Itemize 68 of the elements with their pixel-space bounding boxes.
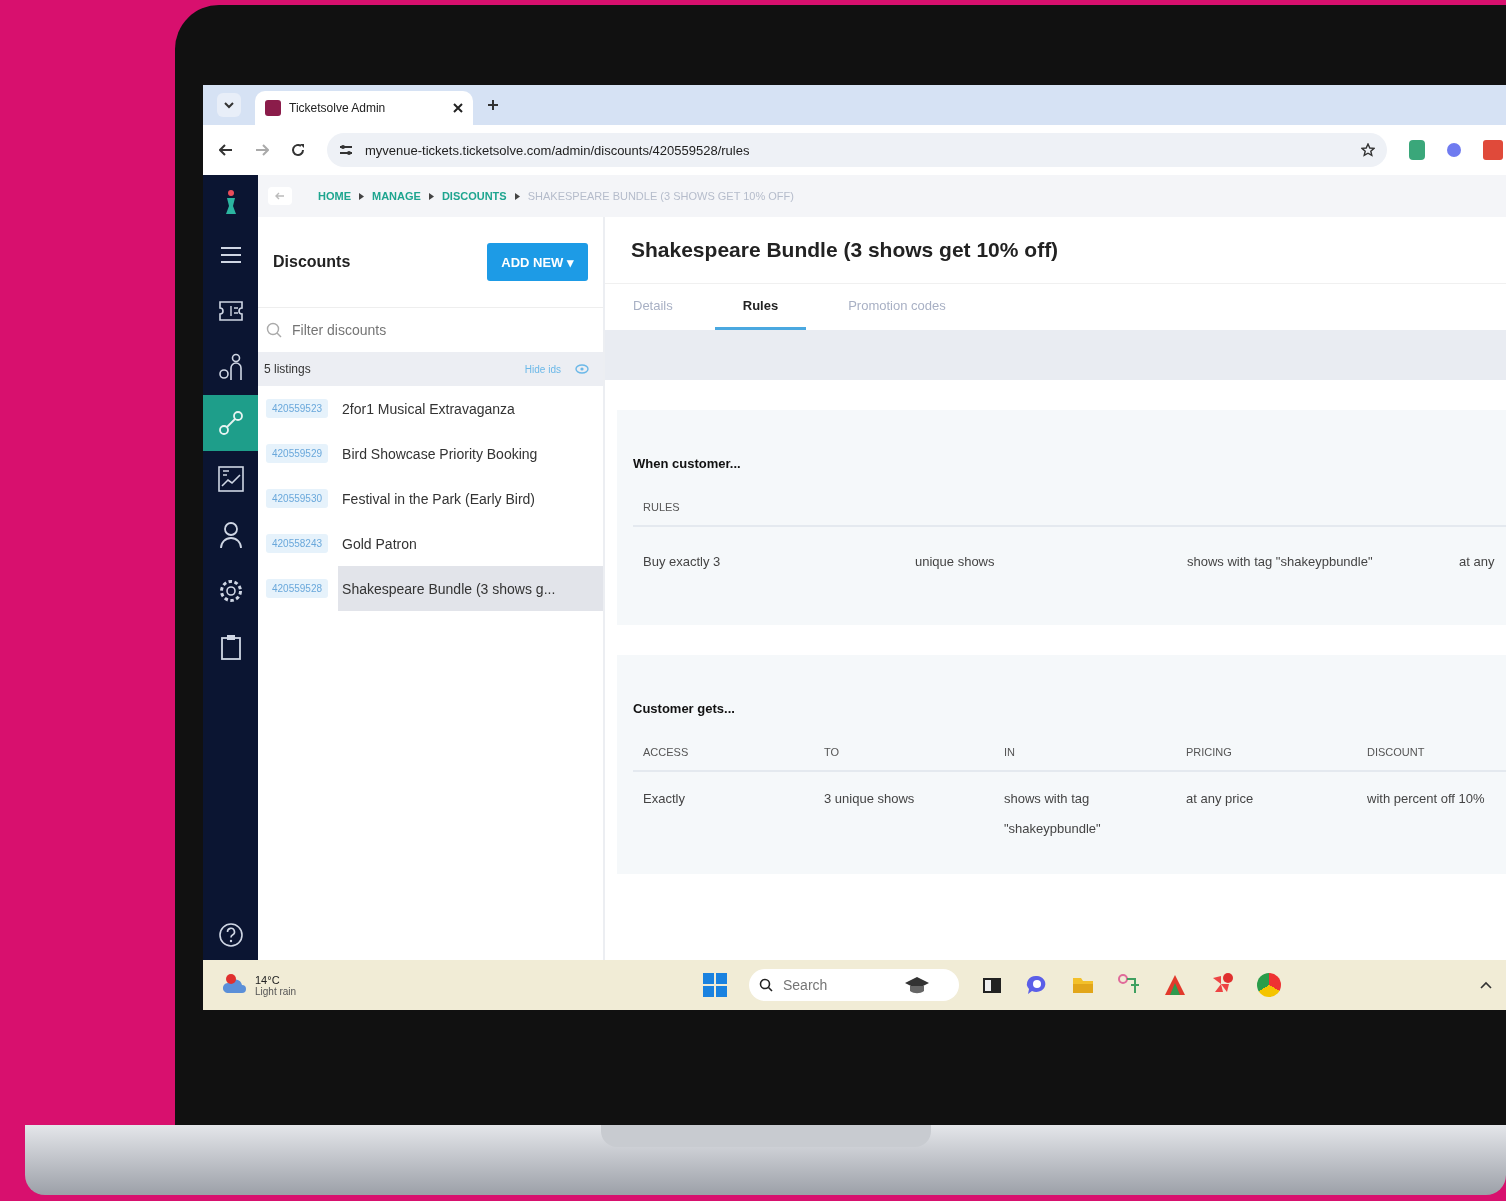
search-icon bbox=[759, 978, 773, 992]
tab-title: Ticketsolve Admin bbox=[289, 101, 387, 115]
ticket-icon bbox=[218, 301, 243, 321]
discount-list-item[interactable]: 2for1 Musical Extravaganza bbox=[338, 386, 603, 431]
id-tag: 420559530 bbox=[266, 489, 329, 508]
section-heading: Customer gets... bbox=[633, 701, 736, 716]
id-tag: 420559529 bbox=[266, 444, 329, 463]
star-icon[interactable] bbox=[1361, 143, 1375, 157]
taskbar-search-field[interactable]: Search bbox=[749, 969, 959, 1001]
table-cell-text: with percent off 10% bbox=[1367, 790, 1486, 808]
table-cell-text: unique shows bbox=[915, 553, 996, 571]
id-tag: 420558243 bbox=[266, 534, 329, 553]
column-header: DISCOUNT bbox=[1367, 746, 1426, 758]
site-settings-icon[interactable] bbox=[339, 144, 353, 156]
chart-icon bbox=[217, 466, 244, 492]
table-cell-text: shows with tag "shakeypbundle" bbox=[1187, 553, 1374, 571]
person-icon bbox=[218, 521, 243, 549]
id-tag: 420559523 bbox=[266, 399, 329, 418]
column-header: ACCESS bbox=[643, 746, 690, 758]
weather-condition: Light rain bbox=[255, 985, 297, 997]
windows-start-icon[interactable] bbox=[703, 973, 727, 997]
table-cell-text: 3 unique shows bbox=[824, 790, 916, 808]
back-arrow-icon[interactable] bbox=[219, 143, 233, 157]
link-icon bbox=[217, 410, 244, 436]
table-cell-text: Buy exactly 3 bbox=[643, 553, 722, 571]
listing-count: 5 listings bbox=[264, 362, 312, 376]
app-window-icon[interactable] bbox=[981, 975, 1003, 995]
discount-list-item[interactable]: Gold Patron bbox=[338, 521, 603, 566]
column-header: TO bbox=[824, 746, 841, 758]
clipboard-icon bbox=[219, 634, 242, 660]
id-tag: 420559528 bbox=[266, 579, 329, 598]
extension-icon[interactable] bbox=[1447, 143, 1461, 157]
temperature: 14°C bbox=[255, 973, 281, 986]
section-heading: When customer... bbox=[633, 456, 742, 471]
people-icon bbox=[217, 353, 244, 381]
triangle-logo-icon[interactable] bbox=[1163, 973, 1187, 997]
menu-icon bbox=[219, 246, 242, 264]
discount-list-item[interactable]: Bird Showcase Priority Booking bbox=[338, 431, 603, 476]
column-header: RULES bbox=[643, 501, 681, 513]
graduation-cap-icon bbox=[903, 975, 931, 995]
table-cell-text: Exactly bbox=[643, 790, 686, 808]
search-input[interactable]: Search bbox=[781, 976, 895, 994]
column-header: IN bbox=[1004, 746, 1016, 758]
caret-right-icon bbox=[428, 192, 434, 200]
panel-title: Discounts bbox=[273, 253, 351, 271]
close-icon[interactable] bbox=[453, 103, 463, 113]
filter-field[interactable]: Filter discounts bbox=[290, 321, 595, 339]
discount-title: Shakespeare Bundle (3 shows get 10% off) bbox=[630, 237, 1060, 263]
chevron-down-icon[interactable] bbox=[217, 93, 241, 117]
chevron-up-icon[interactable] bbox=[1480, 980, 1492, 990]
table-cell-text: at any price bbox=[1186, 790, 1255, 808]
caret-right-icon bbox=[359, 192, 364, 200]
settings-icon bbox=[217, 578, 244, 604]
column-header: PRICING bbox=[1186, 746, 1233, 758]
discount-list-item[interactable]: Shakespeare Bundle (3 shows g... bbox=[338, 566, 603, 611]
discount-list-item[interactable]: Festival in the Park (Early Bird) bbox=[338, 476, 603, 521]
app-logo-icon bbox=[265, 100, 281, 116]
caret-right-icon bbox=[514, 192, 520, 200]
plus-icon[interactable] bbox=[487, 99, 499, 111]
address-field[interactable]: myvenue-tickets.ticketsolve.com/admin/discounts/420559528/rules bbox=[327, 133, 1387, 167]
breadcrumb-current: SHAKESPEARE BUNDLE (3 SHOWS GET 10% OFF) bbox=[527, 190, 794, 202]
table-cell-text: at any bbox=[1459, 553, 1496, 571]
search-icon bbox=[266, 322, 282, 338]
table-cell-text: shows with tag "shakeypbundle" bbox=[1004, 790, 1102, 838]
reload-icon[interactable] bbox=[291, 143, 305, 157]
browser-tab[interactable]: Ticketsolve Admin bbox=[255, 91, 473, 125]
help-icon[interactable] bbox=[217, 922, 244, 948]
browser-icon[interactable] bbox=[1257, 973, 1281, 997]
